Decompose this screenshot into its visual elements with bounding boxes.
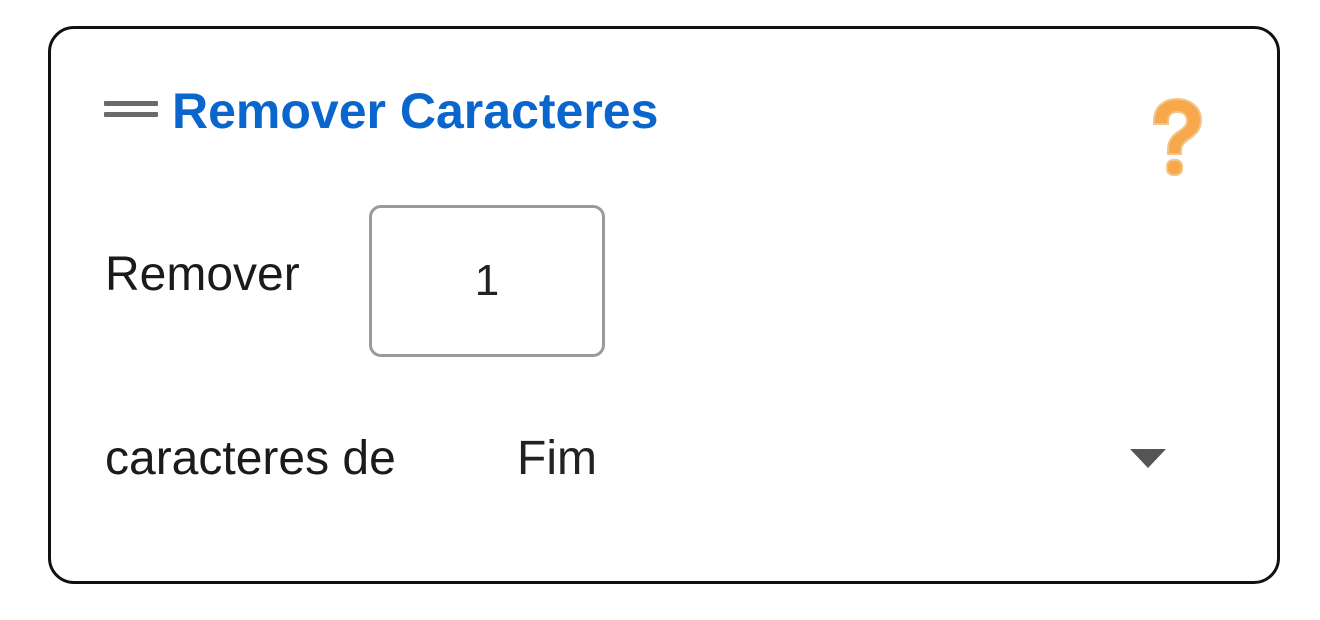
position-dropdown-value: Fim [517, 432, 597, 485]
block-title: Remover Caracteres [172, 83, 659, 139]
position-dropdown[interactable]: Fim [513, 413, 1193, 509]
character-count-input[interactable] [369, 205, 605, 357]
drag-handle-icon[interactable] [104, 99, 158, 119]
remove-label: Remover [105, 248, 300, 301]
characters-from-label: caracteres de [105, 432, 396, 485]
remove-characters-block: Remover Caracteres Remover caracteres de… [48, 26, 1280, 584]
chevron-down-icon [1130, 449, 1166, 468]
question-mark-icon[interactable] [1141, 95, 1211, 181]
